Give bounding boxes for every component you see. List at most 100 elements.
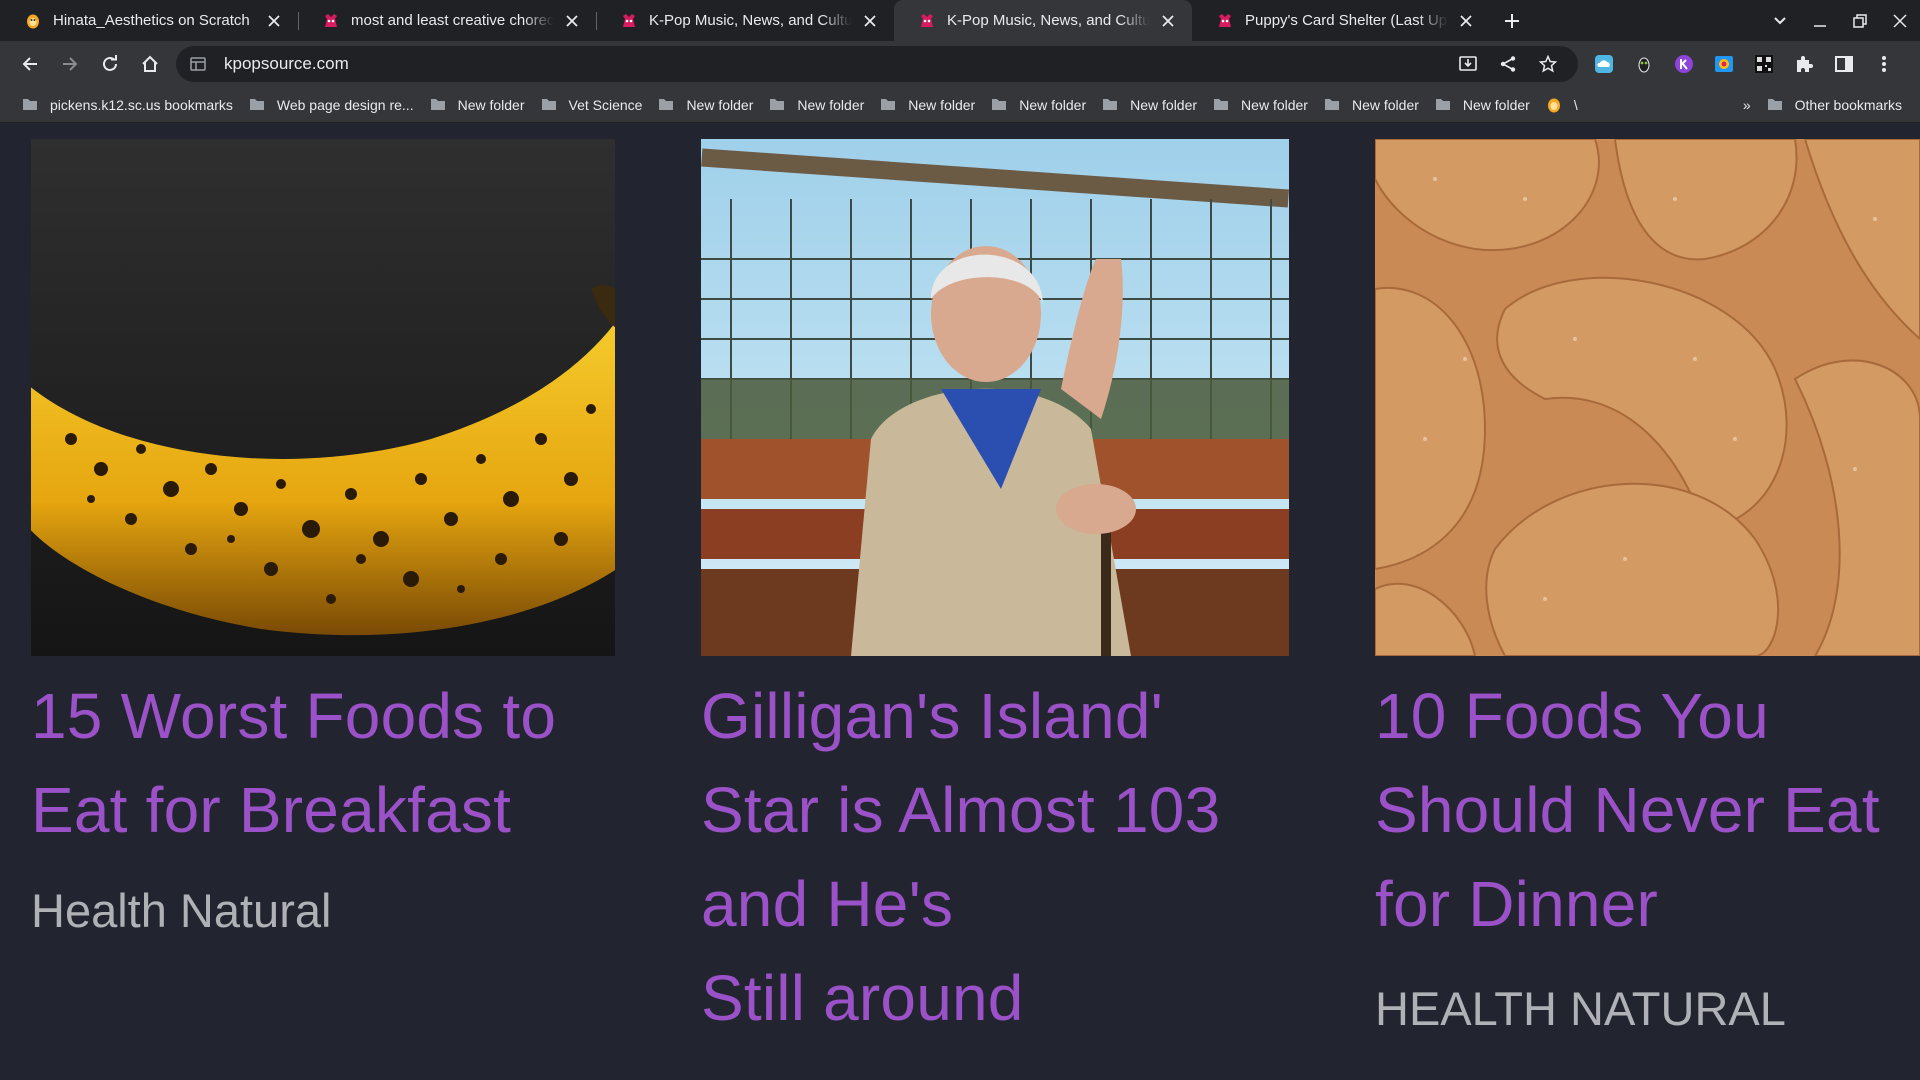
bookmark-label: New folder (1462, 96, 1530, 113)
kpopsource-icon (323, 13, 339, 29)
bookmark-folder[interactable]: New folder (650, 91, 761, 119)
headline-line: Should Never Eat (1375, 774, 1880, 846)
kpopsource-icon (621, 13, 637, 29)
extension-cloud-icon[interactable] (1584, 46, 1624, 82)
close-tab-icon[interactable] (860, 11, 880, 31)
close-icon (1893, 13, 1907, 28)
article-card[interactable]: 15 Worst Foods to Eat for Breakfast Heal… (31, 139, 615, 938)
home-button[interactable] (130, 46, 170, 82)
extensions-puzzle-icon[interactable] (1784, 46, 1824, 82)
elderly-man-on-bench-photo[interactable] (701, 139, 1289, 656)
article-headline[interactable]: 15 Worst Foods to Eat for Breakfast (31, 669, 615, 857)
kpopsource-icon (919, 13, 935, 29)
folder-icon (881, 99, 896, 110)
side-panel-icon[interactable] (1824, 46, 1864, 82)
folder-icon (1435, 99, 1450, 110)
folder-icon (770, 99, 785, 110)
bookmark-folder[interactable]: New folder (1094, 91, 1205, 119)
headline-line: and He's (701, 868, 954, 940)
bookmark-label: Web page design re... (276, 96, 414, 113)
back-button[interactable] (10, 46, 50, 82)
bookmarks-overflow-button[interactable]: » (1735, 91, 1759, 119)
folder-icon (659, 99, 674, 110)
bookmark-folder[interactable]: New folder (872, 91, 983, 119)
folder-icon (992, 99, 1007, 110)
home-icon (142, 55, 158, 72)
bookmark-folder[interactable]: New folder (1427, 91, 1538, 119)
bookmark-label: Vet Science (568, 96, 643, 113)
folder-icon (1214, 99, 1229, 110)
site-info-icon[interactable] (190, 56, 210, 72)
bookmark-label: New folder (1130, 96, 1198, 113)
close-tab-icon[interactable] (264, 11, 284, 31)
bookmark-folder[interactable]: New folder (1205, 91, 1316, 119)
restore-icon (1853, 13, 1867, 28)
article-card[interactable]: Gilligan's Island' Star is Almost 103 an… (701, 139, 1289, 1045)
scratch-cat-icon (1547, 98, 1560, 112)
arrow-left-icon (22, 57, 37, 71)
tab-kpop-music-active[interactable]: K-Pop Music, News, and Culture - (894, 0, 1192, 41)
bookmark-label: New folder (797, 96, 865, 113)
overripe-banana-photo[interactable] (31, 139, 615, 656)
folder-icon (1103, 99, 1118, 110)
bookmark-folder[interactable]: Web page design re... (241, 91, 422, 119)
chevron-down-icon (1774, 16, 1786, 24)
extension-alien-icon[interactable] (1624, 46, 1664, 82)
headline-line: for Dinner (1375, 868, 1658, 940)
extension-k-icon[interactable] (1664, 46, 1704, 82)
new-tab-button[interactable] (1492, 0, 1532, 41)
bookmark-label: \ (1573, 96, 1578, 113)
folder-icon (249, 99, 264, 110)
other-bookmarks-folder[interactable]: Other bookmarks (1759, 91, 1910, 119)
folder-icon (430, 99, 445, 110)
minimize-icon (1814, 24, 1826, 27)
article-card[interactable]: 10 Foods You Should Never Eat for Dinner… (1375, 139, 1920, 1036)
bookmark-scratch-link[interactable]: \ (1538, 91, 1586, 119)
browser-toolbar: kpopsource.com (0, 41, 1920, 87)
close-tab-icon[interactable] (1158, 11, 1178, 31)
close-tab-icon[interactable] (1456, 11, 1476, 31)
tab-title: most and least creative choreo? - (351, 12, 554, 29)
close-tab-icon[interactable] (562, 11, 582, 31)
bookmark-folder[interactable]: New folder (422, 91, 533, 119)
bookmark-star-icon[interactable] (1528, 49, 1568, 79)
address-bar[interactable]: kpopsource.com (176, 46, 1578, 82)
bookmark-label: New folder (1241, 96, 1308, 113)
tab-strip: Hinata_Aesthetics on Scratch most and le… (0, 0, 1920, 41)
bookmark-folder[interactable]: Vet Science (533, 91, 651, 119)
tab-search-button[interactable] (1760, 0, 1800, 41)
menu-kebab-icon[interactable] (1864, 46, 1904, 82)
cashew-nuts-photo[interactable] (1375, 139, 1920, 656)
headline-line: 10 Foods You (1375, 680, 1769, 752)
folder-icon (1767, 99, 1782, 110)
article-headline[interactable]: 10 Foods You Should Never Eat for Dinner (1375, 669, 1920, 951)
bookmark-folder[interactable]: pickens.k12.sc.us bookmarks (14, 91, 241, 119)
reload-button[interactable] (90, 46, 130, 82)
bookmark-folder[interactable]: New folder (983, 91, 1094, 119)
article-headline[interactable]: Gilligan's Island' Star is Almost 103 an… (701, 669, 1289, 1045)
extension-qr-icon[interactable] (1744, 46, 1784, 82)
tab-kpop-music-1[interactable]: K-Pop Music, News, and Culture - (596, 0, 894, 41)
minimize-button[interactable] (1800, 0, 1840, 41)
scratch-cat-icon (25, 13, 41, 29)
forward-button[interactable] (50, 46, 90, 82)
tab-hinata-aesthetics[interactable]: Hinata_Aesthetics on Scratch (0, 0, 298, 41)
article-source: Health Natural (31, 884, 332, 937)
url-text[interactable]: kpopsource.com (224, 54, 1448, 74)
headline-line: 15 Worst Foods to (31, 680, 557, 752)
extension-photo-icon[interactable] (1704, 46, 1744, 82)
article-source: HEALTH NATURAL (1375, 982, 1786, 1035)
tab-title: Hinata_Aesthetics on Scratch (53, 12, 250, 29)
tab-puppys-card-shelter[interactable]: Puppy's Card Shelter (Last Updat (1192, 0, 1490, 41)
install-app-icon[interactable] (1448, 49, 1488, 79)
overflow-chevron-icon: » (1742, 96, 1751, 113)
tab-creative-choreo[interactable]: most and least creative choreo? - (298, 0, 596, 41)
folder-icon (1324, 99, 1339, 110)
bookmark-folder[interactable]: New folder (1316, 91, 1427, 119)
bookmarks-bar: pickens.k12.sc.us bookmarks Web page des… (0, 87, 1920, 123)
share-icon[interactable] (1488, 49, 1528, 79)
close-window-button[interactable] (1880, 0, 1920, 41)
folder-icon (541, 99, 556, 110)
bookmark-folder[interactable]: New folder (761, 91, 872, 119)
restore-button[interactable] (1840, 0, 1880, 41)
